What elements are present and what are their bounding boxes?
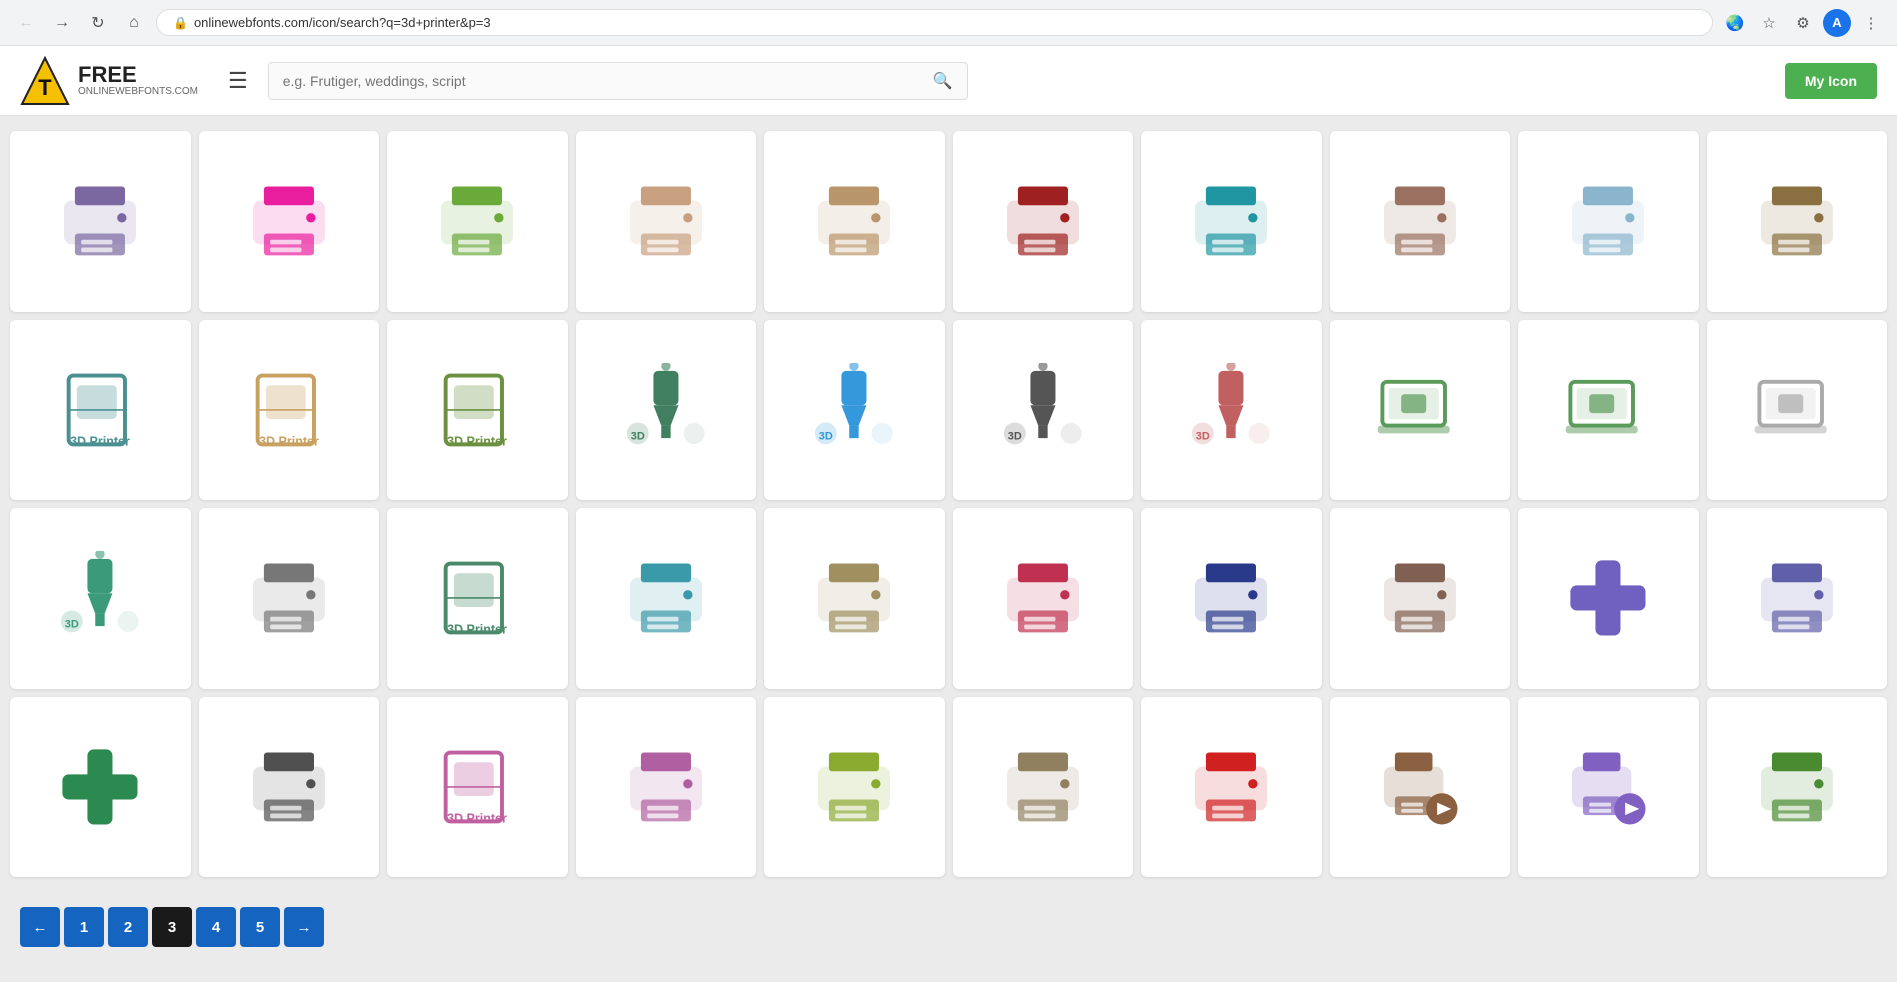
icon-card[interactable] [1707, 131, 1888, 312]
home-button[interactable]: ⌂ [120, 9, 148, 37]
icon-card[interactable] [576, 508, 757, 689]
hamburger-menu[interactable]: ☰ [228, 68, 248, 94]
icon-grid: 3D Printer 3D Printer 3D Printer 3D 3D 3… [10, 131, 1887, 877]
icon-card[interactable] [1518, 697, 1699, 878]
pagination-prev[interactable]: ← [20, 907, 60, 947]
my-icon-button[interactable]: My Icon [1785, 63, 1877, 99]
icon-card[interactable] [576, 697, 757, 878]
svg-text:3D: 3D [65, 619, 79, 631]
icon-card[interactable] [953, 508, 1134, 689]
icon-card[interactable] [1330, 697, 1511, 878]
svg-text:3D Printer: 3D Printer [259, 434, 319, 448]
icon-card[interactable] [387, 131, 568, 312]
icon-card[interactable]: 3D Printer [387, 320, 568, 501]
icon-card[interactable] [764, 508, 945, 689]
icon-card[interactable]: 3D Printer [387, 697, 568, 878]
svg-text:3D Printer: 3D Printer [70, 434, 130, 448]
icon-card[interactable]: 3D [576, 320, 757, 501]
forward-button[interactable]: → [48, 9, 76, 37]
svg-text:3D: 3D [1196, 430, 1210, 442]
extensions-button[interactable]: ⚙ [1789, 9, 1817, 37]
main-content: 3D Printer 3D Printer 3D Printer 3D 3D 3… [0, 116, 1897, 982]
pagination-page-5[interactable]: 5 [240, 907, 280, 947]
icon-card[interactable] [10, 131, 191, 312]
svg-text:3D Printer: 3D Printer [447, 434, 507, 448]
svg-text:3D Printer: 3D Printer [447, 623, 507, 637]
pagination: ←12345→ [10, 897, 1887, 967]
logo-text-area: FREE ONLINEWEBFONTS.COM [78, 64, 198, 97]
icon-card[interactable] [764, 697, 945, 878]
search-input[interactable] [283, 73, 933, 89]
icon-card[interactable] [1330, 508, 1511, 689]
pagination-page-3[interactable]: 3 [152, 907, 192, 947]
address-bar[interactable]: 🔒 onlinewebfonts.com/icon/search?q=3d+pr… [156, 9, 1713, 36]
pagination-page-4[interactable]: 4 [196, 907, 236, 947]
translate-button[interactable]: 🌏 [1721, 9, 1749, 37]
logo-icon: T [20, 56, 70, 106]
browser-chrome: ← → ↻ ⌂ 🔒 onlinewebfonts.com/icon/search… [0, 0, 1897, 46]
icon-card[interactable] [1141, 131, 1322, 312]
site-header: T FREE ONLINEWEBFONTS.COM ☰ 🔍 My Icon [0, 46, 1897, 116]
back-button[interactable]: ← [12, 9, 40, 37]
icon-card[interactable] [953, 131, 1134, 312]
svg-text:3D: 3D [631, 430, 645, 442]
icon-card[interactable] [1518, 320, 1699, 501]
icon-card[interactable] [1518, 508, 1699, 689]
icon-card[interactable] [1707, 320, 1888, 501]
icon-card[interactable] [1141, 697, 1322, 878]
icon-card[interactable]: 3D [10, 508, 191, 689]
search-bar[interactable]: 🔍 [268, 62, 968, 100]
icon-card[interactable]: 3D Printer [199, 320, 380, 501]
logo-subtitle: ONLINEWEBFONTS.COM [78, 86, 198, 97]
icon-card[interactable]: 3D Printer [10, 320, 191, 501]
svg-text:T: T [38, 75, 52, 100]
icon-card[interactable] [1330, 131, 1511, 312]
icon-card[interactable] [1141, 508, 1322, 689]
icon-card[interactable] [764, 131, 945, 312]
pagination-page-2[interactable]: 2 [108, 907, 148, 947]
icon-card[interactable] [1707, 697, 1888, 878]
svg-text:3D Printer: 3D Printer [447, 811, 507, 825]
bookmark-button[interactable]: ☆ [1755, 9, 1783, 37]
icon-card[interactable] [1518, 131, 1699, 312]
icon-card[interactable]: 3D [1141, 320, 1322, 501]
icon-card[interactable] [199, 697, 380, 878]
icon-card[interactable] [953, 697, 1134, 878]
icon-card[interactable]: 3D Printer [387, 508, 568, 689]
url-text: onlinewebfonts.com/icon/search?q=3d+prin… [194, 15, 491, 30]
svg-text:3D: 3D [819, 430, 833, 442]
icon-card[interactable] [199, 508, 380, 689]
browser-actions: 🌏 ☆ ⚙ A ⋮ [1721, 9, 1885, 37]
icon-card[interactable] [199, 131, 380, 312]
logo-title: FREE [78, 64, 198, 86]
icon-card[interactable] [1707, 508, 1888, 689]
pagination-next[interactable]: → [284, 907, 324, 947]
search-icon: 🔍 [933, 71, 953, 91]
pagination-page-1[interactable]: 1 [64, 907, 104, 947]
logo[interactable]: T FREE ONLINEWEBFONTS.COM [20, 56, 198, 106]
icon-card[interactable] [1330, 320, 1511, 501]
reload-button[interactable]: ↻ [84, 9, 112, 37]
icon-card[interactable] [10, 697, 191, 878]
menu-button[interactable]: ⋮ [1857, 9, 1885, 37]
icon-card[interactable]: 3D [764, 320, 945, 501]
icon-card[interactable] [576, 131, 757, 312]
user-avatar[interactable]: A [1823, 9, 1851, 37]
icon-card[interactable]: 3D [953, 320, 1134, 501]
lock-icon: 🔒 [173, 16, 188, 30]
svg-text:3D: 3D [1008, 430, 1022, 442]
